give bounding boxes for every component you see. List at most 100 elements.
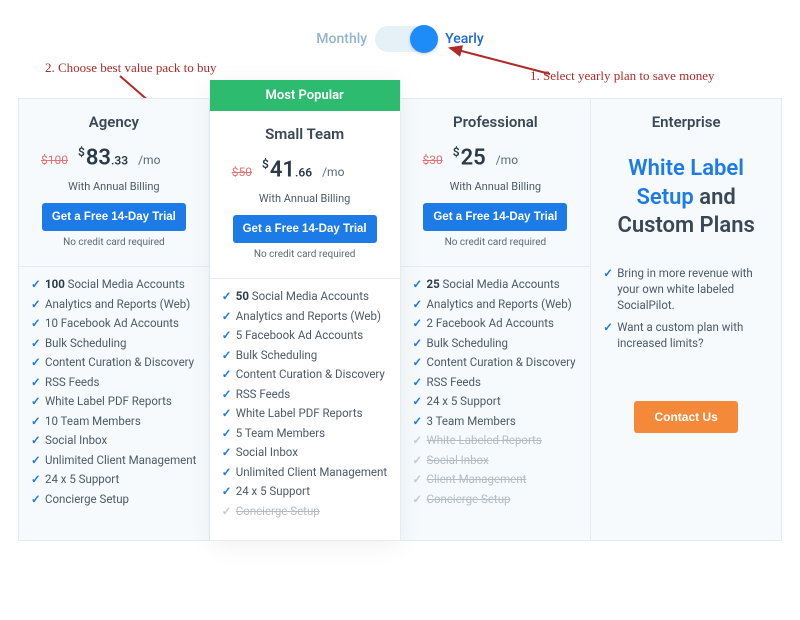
feature-text: 10 Facebook Ad Accounts: [45, 316, 179, 332]
enterprise-headline: White Label Setup and Custom Plans: [591, 145, 781, 257]
check-icon: ✓: [222, 367, 236, 383]
billing-toggle[interactable]: [375, 26, 437, 52]
feature-item: ✓Concierge Setup: [413, 492, 581, 508]
per-period: /mo: [322, 165, 344, 179]
feature-text: Client Management: [427, 472, 527, 488]
plan-title: Professional: [411, 113, 581, 131]
plan-card-agency: Agency $100 $83.33 /mo With Annual Billi…: [18, 98, 210, 541]
feature-text: Social Inbox: [45, 433, 107, 449]
trial-button[interactable]: Get a Free 14-Day Trial: [233, 215, 377, 243]
plan-price: $41.66: [262, 157, 312, 182]
feature-item: ✓Content Curation & Discovery: [413, 355, 581, 371]
feature-text: 25 Social Media Accounts: [427, 277, 560, 293]
billing-note: With Annual Billing: [220, 192, 390, 205]
feature-text: 100 Social Media Accounts: [45, 277, 185, 293]
annotation-2: 2. Choose best value pack to buy: [45, 60, 217, 76]
trial-button[interactable]: Get a Free 14-Day Trial: [423, 203, 567, 231]
check-icon: ✓: [222, 426, 236, 442]
billing-note: With Annual Billing: [411, 180, 581, 193]
check-icon: ✓: [413, 453, 427, 469]
feature-text: 5 Facebook Ad Accounts: [236, 328, 363, 344]
plan-card-enterprise: Enterprise White Label Setup and Custom …: [591, 98, 782, 541]
feature-text: Content Curation & Discovery: [236, 367, 385, 383]
feature-item: ✓White Label PDF Reports: [222, 406, 390, 422]
feature-text: White Label PDF Reports: [45, 394, 172, 410]
feature-item: ✓Bulk Scheduling: [413, 336, 581, 352]
no-card-note: No credit card required: [411, 237, 581, 248]
feature-text: Analytics and Reports (Web): [427, 297, 572, 313]
feature-item: ✓Bulk Scheduling: [31, 336, 199, 352]
feature-item: ✓24 x 5 Support: [31, 472, 199, 488]
check-icon: ✓: [31, 336, 45, 352]
trial-button[interactable]: Get a Free 14-Day Trial: [42, 203, 186, 231]
popular-badge: Most Popular: [210, 80, 400, 111]
feature-text: RSS Feeds: [45, 375, 99, 391]
feature-item: ✓24 x 5 Support: [222, 484, 390, 500]
plan-title: Enterprise: [601, 113, 771, 131]
pricing-cards: Agency $100 $83.33 /mo With Annual Billi…: [18, 98, 782, 541]
feature-item: ✓Concierge Setup: [222, 504, 390, 520]
plan-price: $83.33: [78, 145, 128, 170]
billing-toggle-row: Monthly Yearly: [0, 0, 800, 52]
plan-price: $25: [453, 145, 486, 170]
feature-item: ✓Unlimited Client Management: [222, 465, 390, 481]
check-icon: ✓: [31, 277, 45, 293]
enterprise-feature-list: ✓Bring in more revenue with your own whi…: [591, 257, 781, 365]
feature-text: Social Inbox: [236, 445, 298, 461]
check-icon: ✓: [31, 297, 45, 313]
feature-text: RSS Feeds: [427, 375, 481, 391]
feature-item: ✓Want a custom plan with increased limit…: [603, 319, 769, 351]
feature-item: ✓Analytics and Reports (Web): [31, 297, 199, 313]
feature-item: ✓Bulk Scheduling: [222, 348, 390, 364]
toggle-label-monthly[interactable]: Monthly: [316, 31, 367, 47]
check-icon: ✓: [413, 336, 427, 352]
feature-text: Analytics and Reports (Web): [45, 297, 190, 313]
check-icon: ✓: [31, 472, 45, 488]
check-icon: ✓: [413, 492, 427, 508]
feature-text: 2 Facebook Ad Accounts: [427, 316, 554, 332]
feature-text: 24 x 5 Support: [45, 472, 119, 488]
check-icon: ✓: [413, 277, 427, 293]
toggle-knob: [410, 25, 438, 53]
feature-list: ✓50 Social Media Accounts✓Analytics and …: [210, 278, 400, 539]
check-icon: ✓: [413, 316, 427, 332]
feature-item: ✓10 Facebook Ad Accounts: [31, 316, 199, 332]
feature-item: ✓50 Social Media Accounts: [222, 289, 390, 305]
feature-text: Concierge Setup: [236, 504, 320, 520]
original-price: $30: [423, 153, 443, 167]
feature-list: ✓100 Social Media Accounts✓Analytics and…: [19, 266, 209, 539]
feature-text: Bring in more revenue with your own whit…: [617, 265, 769, 313]
feature-item: ✓3 Team Members: [413, 414, 581, 430]
check-icon: ✓: [413, 394, 427, 410]
check-icon: ✓: [413, 297, 427, 313]
check-icon: ✓: [222, 504, 236, 520]
feature-item: ✓Unlimited Client Management: [31, 453, 199, 469]
check-icon: ✓: [31, 414, 45, 430]
feature-item: ✓Content Curation & Discovery: [222, 367, 390, 383]
feature-item: ✓2 Facebook Ad Accounts: [413, 316, 581, 332]
check-icon: ✓: [413, 472, 427, 488]
check-icon: ✓: [222, 348, 236, 364]
feature-item: ✓24 x 5 Support: [413, 394, 581, 410]
per-period: /mo: [496, 153, 518, 167]
toggle-label-yearly[interactable]: Yearly: [445, 31, 484, 47]
plan-title: Agency: [29, 113, 199, 131]
check-icon: ✓: [413, 355, 427, 371]
feature-item: ✓5 Facebook Ad Accounts: [222, 328, 390, 344]
check-icon: ✓: [222, 445, 236, 461]
check-icon: ✓: [413, 375, 427, 391]
feature-item: ✓Social Inbox: [413, 453, 581, 469]
feature-text: Bulk Scheduling: [427, 336, 509, 352]
check-icon: ✓: [222, 328, 236, 344]
check-icon: ✓: [31, 433, 45, 449]
check-icon: ✓: [31, 355, 45, 371]
check-icon: ✓: [31, 394, 45, 410]
feature-text: White Labeled Reports: [427, 433, 542, 449]
feature-item: ✓RSS Feeds: [413, 375, 581, 391]
feature-text: White Label PDF Reports: [236, 406, 363, 422]
feature-text: Analytics and Reports (Web): [236, 309, 381, 325]
feature-text: Want a custom plan with increased limits…: [617, 319, 769, 351]
contact-button[interactable]: Contact Us: [634, 401, 737, 433]
feature-item: ✓White Labeled Reports: [413, 433, 581, 449]
check-icon: ✓: [222, 406, 236, 422]
